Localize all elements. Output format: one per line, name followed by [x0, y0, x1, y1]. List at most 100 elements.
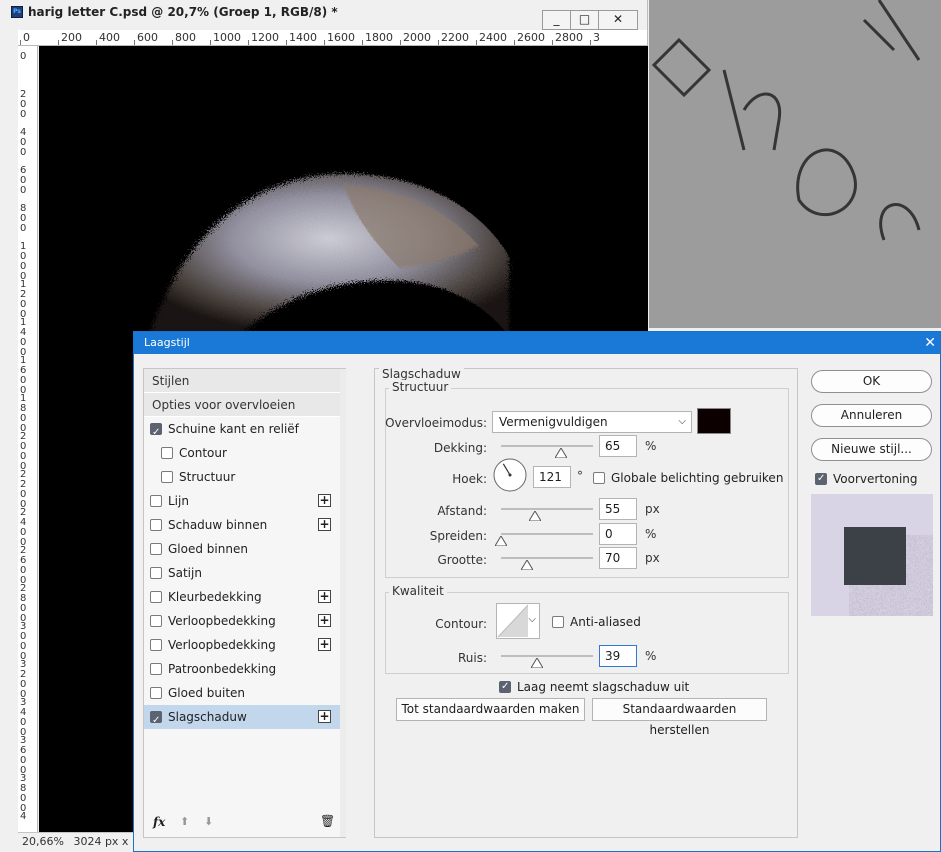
style-item[interactable]: Verloopbedekking + [144, 609, 345, 633]
styles-scrollbar[interactable] [340, 369, 346, 837]
style-item-checkbox[interactable] [150, 663, 162, 675]
add-style-plus-icon[interactable]: + [318, 614, 331, 627]
style-item-checkbox[interactable] [150, 543, 162, 555]
preview-check[interactable] [815, 471, 827, 487]
style-item[interactable]: Kleurbedekking + [144, 585, 345, 609]
styles-header[interactable]: Stijlen [144, 369, 345, 393]
reset-default-button[interactable]: Standaardwaarden herstellen [592, 698, 767, 737]
size-slider-track[interactable] [501, 557, 593, 559]
dialog-titlebar[interactable]: Laagstijl [134, 332, 940, 354]
blending-options-item[interactable]: Opties voor overvloeien [144, 393, 345, 417]
size-input[interactable]: 70 [599, 547, 637, 569]
new-style-button[interactable]: Nieuwe stijl... [811, 438, 932, 461]
ruler-left-label: 1 0 0 0 [20, 241, 27, 282]
style-item[interactable]: Verloopbedekking + [144, 633, 345, 657]
opacity-input[interactable]: 65 [599, 435, 637, 457]
ruler-horizontal[interactable]: 0 200 400 600 800 1000 1200 1400 1600 1800 2000 220… [18, 30, 647, 46]
add-style-plus-icon[interactable]: + [318, 638, 331, 651]
size-slider-thumb[interactable] [520, 560, 533, 570]
ruler-left-label: 2 8 0 0 [20, 583, 27, 624]
minimize-button[interactable]: _ [542, 10, 571, 30]
make-default-button[interactable]: Tot standaardwaarden maken [396, 698, 585, 721]
style-item[interactable]: Gloed binnen [144, 537, 345, 561]
style-item-checkbox[interactable] [161, 471, 173, 483]
ok-button[interactable]: OK [811, 370, 932, 393]
cancel-button[interactable]: Annuleren [811, 404, 932, 427]
spread-slider-track[interactable] [501, 533, 593, 535]
zoom-level[interactable]: 20,66% [22, 835, 64, 848]
style-item-checkbox[interactable] [150, 421, 162, 445]
move-down-icon[interactable]: ⬇ [204, 815, 213, 828]
contour-linear-icon [497, 604, 529, 638]
contour-picker[interactable]: ⌵ [496, 603, 540, 639]
global-light-label: Globale belichting gebruiken [611, 471, 784, 485]
style-item[interactable]: Schuine kant en reliëf [144, 417, 345, 445]
document-size: 3024 px x [73, 835, 129, 848]
ruler-top-label: 400 [99, 31, 120, 44]
noise-slider-thumb[interactable] [530, 658, 543, 668]
ruler-top-label: 600 [137, 31, 158, 44]
close-button[interactable]: ✕ [598, 10, 638, 30]
style-item[interactable]: Structuur [144, 465, 345, 489]
add-style-plus-icon[interactable]: + [318, 494, 331, 507]
angle-dial[interactable] [492, 457, 528, 496]
style-item[interactable]: Lijn + [144, 489, 345, 513]
angle-label: Hoek: [452, 472, 487, 486]
noise-slider-track[interactable] [501, 655, 593, 657]
spread-slider-thumb[interactable] [495, 536, 507, 546]
anti-aliased-check[interactable] [552, 616, 564, 628]
style-item-checkbox[interactable] [150, 495, 162, 507]
style-item-checkbox[interactable] [150, 567, 162, 579]
style-item[interactable]: Schaduw binnen + [144, 513, 345, 537]
style-item[interactable]: Slagschaduw + [144, 705, 345, 733]
style-item-checkbox[interactable] [150, 591, 162, 603]
knockout-checkbox[interactable]: Laag neemt slagschaduw uit [499, 679, 719, 695]
global-light-check[interactable] [593, 472, 605, 484]
style-item-checkbox[interactable] [161, 447, 173, 459]
maximize-button[interactable]: □ [570, 10, 599, 30]
blend-mode-select[interactable]: Vermenigvuldigen ⌵ [492, 411, 692, 433]
style-item[interactable]: Satijn [144, 561, 345, 585]
style-item-checkbox[interactable] [150, 519, 162, 531]
add-style-plus-icon[interactable]: + [318, 590, 331, 603]
trash-icon[interactable]: 🗑 [320, 814, 335, 828]
distance-slider-thumb[interactable] [528, 511, 541, 521]
add-style-plus-icon[interactable]: + [318, 710, 331, 723]
style-item-checkbox[interactable] [150, 709, 162, 733]
anti-aliased-checkbox[interactable]: Anti-aliased [552, 614, 692, 630]
style-item[interactable]: Contour [144, 441, 345, 465]
opacity-slider-track[interactable] [501, 445, 593, 447]
fx-icon[interactable]: fx [153, 815, 165, 829]
opacity-slider-thumb[interactable] [554, 448, 567, 458]
noise-unit: % [645, 649, 657, 663]
global-light-checkbox[interactable]: Globale belichting gebruiken [593, 470, 793, 486]
style-item-label: Kleurbedekking [168, 590, 262, 604]
move-up-icon[interactable]: ⬆ [180, 815, 189, 828]
ruler-top-label: 2400 [479, 31, 507, 44]
noise-input[interactable]: 39 [599, 645, 637, 667]
style-item-checkbox[interactable] [150, 687, 162, 699]
ruler-top-label: 1800 [365, 31, 393, 44]
distance-slider-track[interactable] [501, 508, 593, 510]
style-item[interactable]: Gloed buiten [144, 681, 345, 705]
style-item-label: Contour [179, 446, 227, 460]
dialog-close-icon[interactable]: ✕ [924, 332, 936, 354]
style-item-label: Patroonbedekking [168, 662, 277, 676]
ruler-left-label: 3 2 0 0 [20, 659, 27, 700]
distance-input[interactable]: 55 [599, 498, 637, 520]
style-item-checkbox[interactable] [150, 639, 162, 651]
ruler-left-label: 2 4 0 0 [20, 507, 27, 548]
style-item-checkbox[interactable] [150, 615, 162, 627]
shadow-color-swatch[interactable] [697, 408, 731, 434]
add-style-plus-icon[interactable]: + [318, 518, 331, 531]
spread-input[interactable]: 0 [599, 523, 637, 545]
style-item[interactable]: Patroonbedekking [144, 657, 345, 681]
angle-input[interactable]: 121 [533, 466, 571, 488]
layer-style-dialog: Laagstijl ✕ Stijlen Opties voor overvloe… [133, 331, 941, 852]
ruler-vertical[interactable]: 0 2 0 0 4 0 0 6 0 0 8 0 0 1 0 0 01 2 0 01 4 0… [18, 46, 38, 832]
preview-checkbox[interactable]: Voorvertoning [815, 471, 935, 487]
ruler-top-label: 1200 [251, 31, 279, 44]
knockout-check[interactable] [499, 679, 511, 695]
quality-title: Kwaliteit [389, 584, 447, 598]
workspace-background [649, 0, 941, 328]
